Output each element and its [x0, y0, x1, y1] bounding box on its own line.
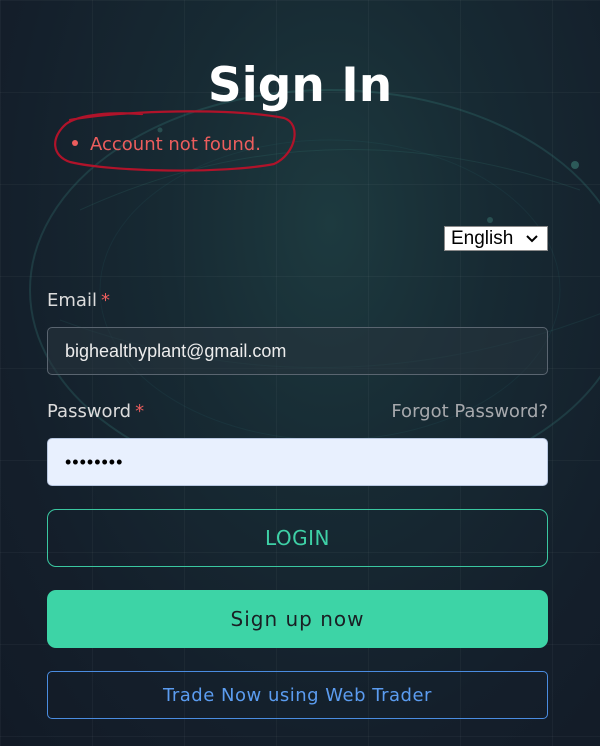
error-item: Account not found.	[72, 134, 261, 155]
password-label: Password *	[47, 401, 144, 422]
language-selected-value: English	[451, 227, 514, 249]
password-label-text: Password	[47, 401, 132, 422]
email-field-value: bighealthyplant@gmail.com	[65, 340, 287, 361]
chevron-down-icon	[526, 235, 538, 243]
bullet-icon	[72, 140, 78, 146]
web-trader-button[interactable]: Trade Now using Web Trader	[47, 671, 548, 719]
signup-button[interactable]: Sign up now	[47, 590, 548, 648]
email-label: Email *	[47, 290, 110, 311]
login-button-label: LOGIN	[264, 526, 331, 550]
page-title: Sign In	[207, 58, 393, 113]
signup-button-label: Sign up now	[230, 607, 365, 631]
password-field-value: ••••••••	[65, 451, 124, 472]
web-trader-button-label: Trade Now using Web Trader	[163, 684, 432, 706]
error-message-box: Account not found.	[52, 108, 300, 176]
language-select[interactable]: English	[444, 226, 548, 251]
error-text: Account not found.	[90, 134, 261, 155]
required-asterisk: *	[100, 290, 110, 311]
password-field[interactable]: ••••••••	[47, 438, 548, 486]
login-button[interactable]: LOGIN	[47, 509, 548, 567]
required-asterisk: *	[135, 401, 145, 422]
forgot-password-link[interactable]: Forgot Password?	[391, 401, 548, 422]
email-field[interactable]: bighealthyplant@gmail.com	[47, 327, 548, 375]
email-label-text: Email	[47, 290, 97, 311]
